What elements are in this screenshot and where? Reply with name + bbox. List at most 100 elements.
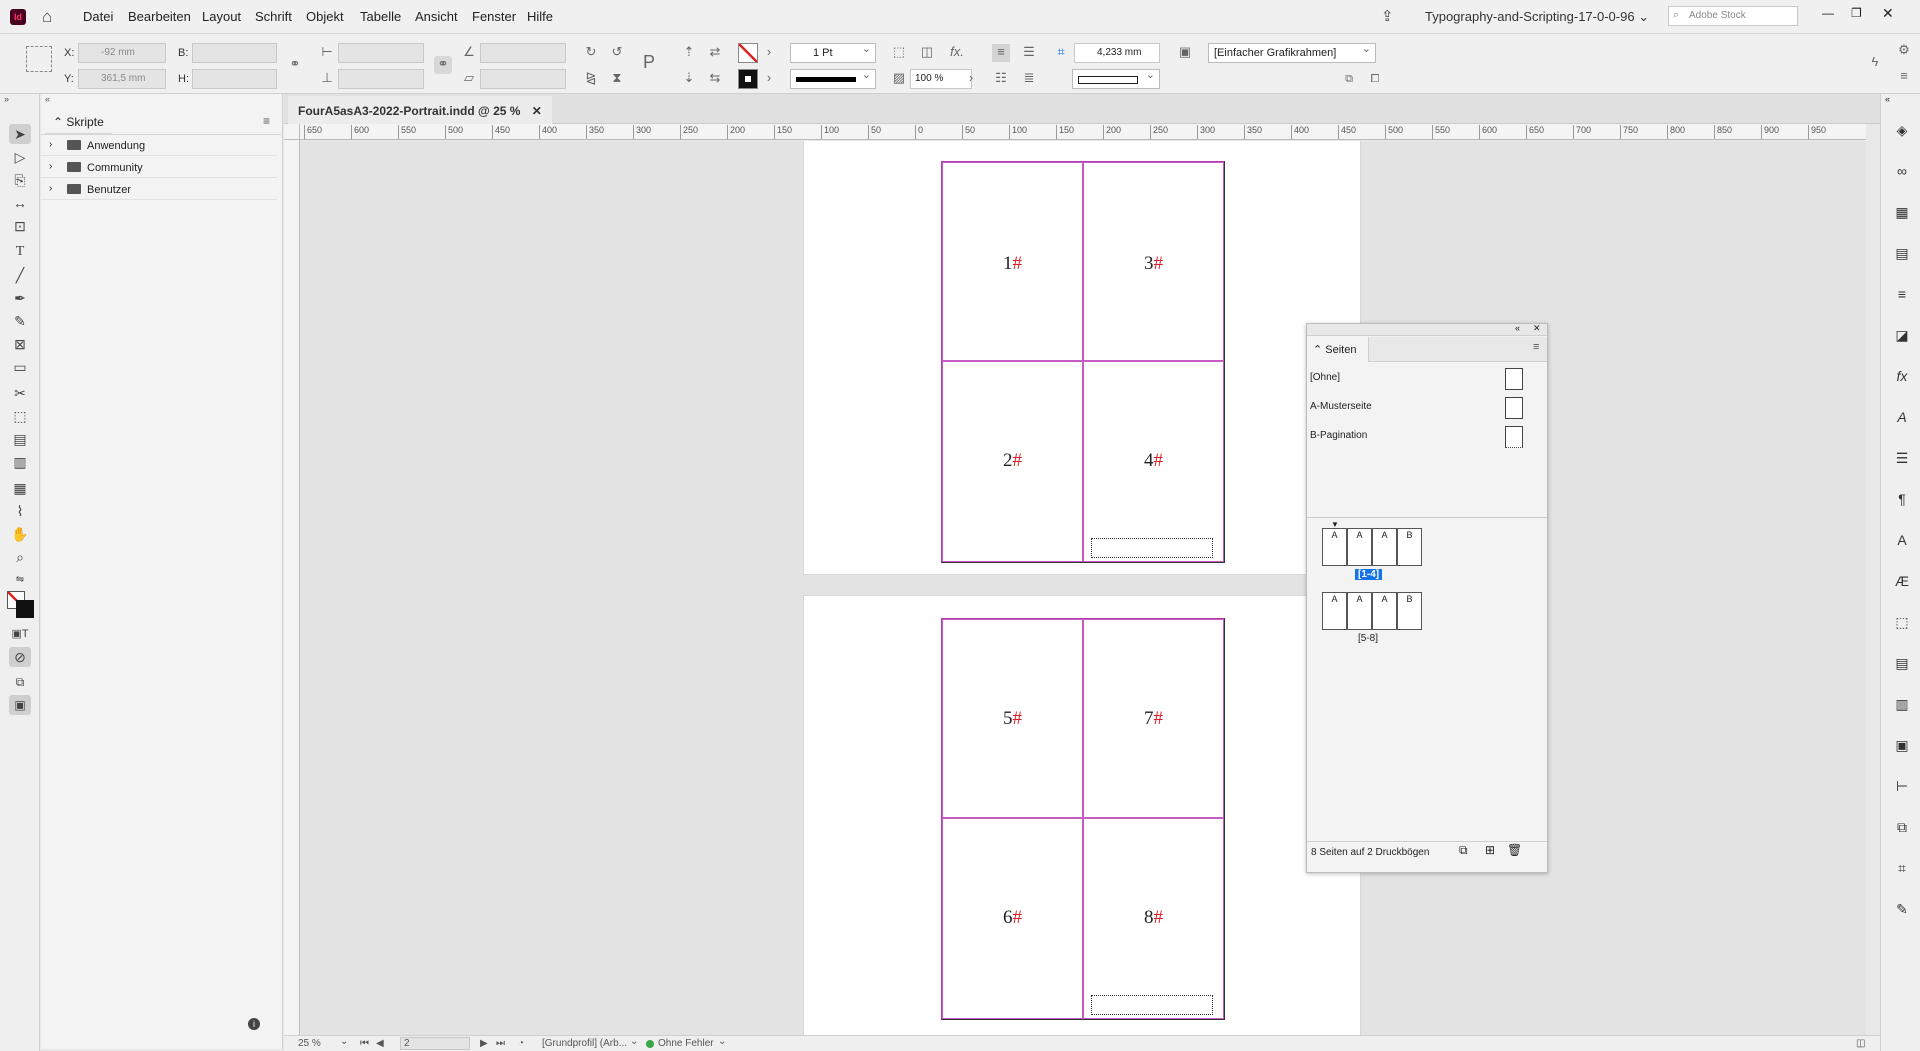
stroke-offset-field[interactable]: 4,233 mm: [1074, 43, 1160, 63]
gear-icon[interactable]: ⚙: [1895, 42, 1913, 60]
preflight-profile[interactable]: [Grundprofil] (Arb...: [542, 1038, 627, 1049]
menu-schrift[interactable]: Schrift: [255, 9, 292, 24]
align-icon[interactable]: ⊢: [1892, 778, 1912, 796]
frame-fit-icon[interactable]: ⌗: [1052, 44, 1070, 62]
transform-icon[interactable]: ⌗: [1892, 860, 1912, 878]
stroke-icon[interactable]: ≡: [1892, 286, 1912, 304]
links-icon[interactable]: ∞: [1892, 163, 1912, 181]
page-spread-1[interactable]: 1# 3# 2# 4#: [941, 161, 1225, 563]
lightning-icon[interactable]: ϟ: [1866, 54, 1884, 72]
type-tool-icon[interactable]: T: [9, 242, 31, 262]
spread-label-selected[interactable]: [1-4]: [1355, 569, 1383, 580]
delete-page-icon[interactable]: 🗑: [1507, 843, 1522, 857]
note-tool-icon[interactable]: ▦: [9, 478, 31, 498]
height-field[interactable]: [192, 69, 277, 89]
menu-tabelle[interactable]: Tabelle: [360, 9, 401, 24]
page-6[interactable]: 6#: [942, 818, 1083, 1019]
master-b[interactable]: B-Pagination: [1310, 430, 1367, 441]
constrain-scale-icon[interactable]: ⚭: [434, 56, 452, 74]
preflight-chevron-icon[interactable]: ⌄: [718, 1036, 726, 1047]
drop-shadow-icon[interactable]: ◫: [918, 44, 936, 62]
page-thumbnail[interactable]: A: [1322, 528, 1347, 566]
page-thumbnail[interactable]: A: [1372, 592, 1397, 630]
gradient-icon[interactable]: ▤: [1892, 245, 1912, 263]
screen-mode-icon[interactable]: ▣: [9, 695, 31, 715]
selection-tool-icon[interactable]: ➤: [9, 124, 31, 144]
view-mode-icon[interactable]: ⧉: [9, 672, 31, 692]
rotation-field[interactable]: [480, 43, 566, 63]
page-3[interactable]: 3#: [1083, 162, 1224, 361]
page-4[interactable]: 4#: [1083, 361, 1224, 562]
panel-menu-icon[interactable]: ≡: [263, 114, 270, 128]
spread-thumbnail-1[interactable]: A A A B: [1322, 528, 1422, 566]
scripts-icon[interactable]: ✎: [1892, 901, 1912, 919]
close-tab-icon[interactable]: ✕: [532, 104, 542, 118]
close-icon[interactable]: ✕: [1882, 5, 1894, 22]
rotate-ccw-icon[interactable]: ↺: [608, 44, 626, 62]
collapse-dock-icon[interactable]: «: [1885, 94, 1890, 104]
menu-ansicht[interactable]: Ansicht: [415, 9, 458, 24]
menu-objekt[interactable]: Objekt: [306, 9, 344, 24]
adobe-stock-search[interactable]: ⌕ Adobe Stock: [1668, 6, 1798, 26]
scale-y-field[interactable]: [338, 69, 424, 89]
open-document-icon[interactable]: ◔: [518, 1038, 524, 1049]
object-styles-icon[interactable]: ▣: [1892, 737, 1912, 755]
stroke-menu-chevron-icon[interactable]: ›: [760, 70, 778, 88]
color-icon[interactable]: ◪: [1892, 327, 1912, 345]
master-thumbnail[interactable]: [1505, 426, 1523, 448]
page-thumbnail[interactable]: B: [1397, 592, 1422, 630]
edit-page-size-icon[interactable]: ⧉: [1459, 843, 1468, 858]
page-tool-icon[interactable]: ⎘: [9, 170, 31, 190]
select-content-icon[interactable]: ⇣: [680, 70, 698, 88]
previous-page-icon[interactable]: ◀: [376, 1038, 384, 1049]
direct-selection-tool-icon[interactable]: ▷: [9, 147, 31, 167]
page-number-field[interactable]: 2: [400, 1037, 470, 1050]
next-page-icon[interactable]: ▶: [480, 1038, 488, 1049]
select-previous-icon[interactable]: ⇄: [706, 44, 724, 62]
page-2[interactable]: 2#: [942, 361, 1083, 562]
new-page-icon[interactable]: ⊞: [1485, 843, 1495, 857]
y-position-field[interactable]: 361,5 mm: [78, 69, 166, 89]
pagination-frame[interactable]: [1091, 995, 1213, 1015]
text-wrap-icon[interactable]: ⬚: [890, 44, 908, 62]
justify-icon[interactable]: ≣: [1020, 70, 1038, 88]
constrain-proportions-icon[interactable]: ⚭: [286, 56, 304, 74]
path-type-icon[interactable]: P: [640, 53, 658, 72]
x-position-field[interactable]: -92 mm: [78, 43, 166, 63]
gradient-swatch-tool-icon[interactable]: ▤: [9, 429, 31, 449]
align-bottom-icon[interactable]: ☷: [992, 70, 1010, 88]
flip-vertical-icon[interactable]: ⧗: [608, 70, 626, 88]
line-tool-icon[interactable]: ╱: [9, 265, 31, 285]
menu-layout[interactable]: Layout: [202, 9, 241, 24]
align-center-icon[interactable]: ☰: [1020, 44, 1038, 62]
swatches-icon[interactable]: ▦: [1892, 204, 1912, 222]
minimize-icon[interactable]: —: [1822, 6, 1834, 20]
spread-thumbnail-2[interactable]: A A A B: [1322, 592, 1422, 630]
page-8[interactable]: 8#: [1083, 818, 1224, 1019]
table-styles-icon[interactable]: ▥: [1892, 696, 1912, 714]
layers-icon[interactable]: ◈: [1892, 122, 1912, 140]
menu-fenster[interactable]: Fenster: [472, 9, 516, 24]
first-page-icon[interactable]: ⏮: [360, 1038, 369, 1049]
document-tab[interactable]: FourA5asA3-2022-Portrait.indd @ 25 % ✕: [288, 96, 552, 124]
collapse-panel-icon[interactable]: «: [45, 94, 50, 104]
select-next-icon[interactable]: ⇆: [706, 70, 724, 88]
menu-datei[interactable]: Datei: [83, 9, 113, 24]
page-thumbnail[interactable]: A: [1347, 528, 1372, 566]
menu-hilfe[interactable]: Hilfe: [527, 9, 553, 24]
share-icon[interactable]: ⇪: [1381, 7, 1394, 25]
page-7[interactable]: 7#: [1083, 619, 1224, 818]
glyphs-icon[interactable]: Æ: [1892, 573, 1912, 591]
width-field[interactable]: [192, 43, 277, 63]
character-icon[interactable]: A: [1892, 532, 1912, 550]
collapse-panel-icon[interactable]: «: [1515, 323, 1520, 333]
paragraph-icon[interactable]: ☰: [1892, 450, 1912, 468]
pathfinder-icon[interactable]: ⧉: [1892, 819, 1912, 837]
fill-menu-chevron-icon[interactable]: ›: [760, 44, 778, 62]
gradient-feather-tool-icon[interactable]: ▥: [9, 452, 31, 472]
vertical-ruler[interactable]: [284, 140, 300, 1035]
gap-tool-icon[interactable]: ↔: [9, 193, 31, 213]
page-5[interactable]: 5#: [942, 619, 1083, 818]
menu-bearbeiten[interactable]: Bearbeiten: [128, 9, 191, 24]
pen-tool-icon[interactable]: ✒: [9, 288, 31, 308]
